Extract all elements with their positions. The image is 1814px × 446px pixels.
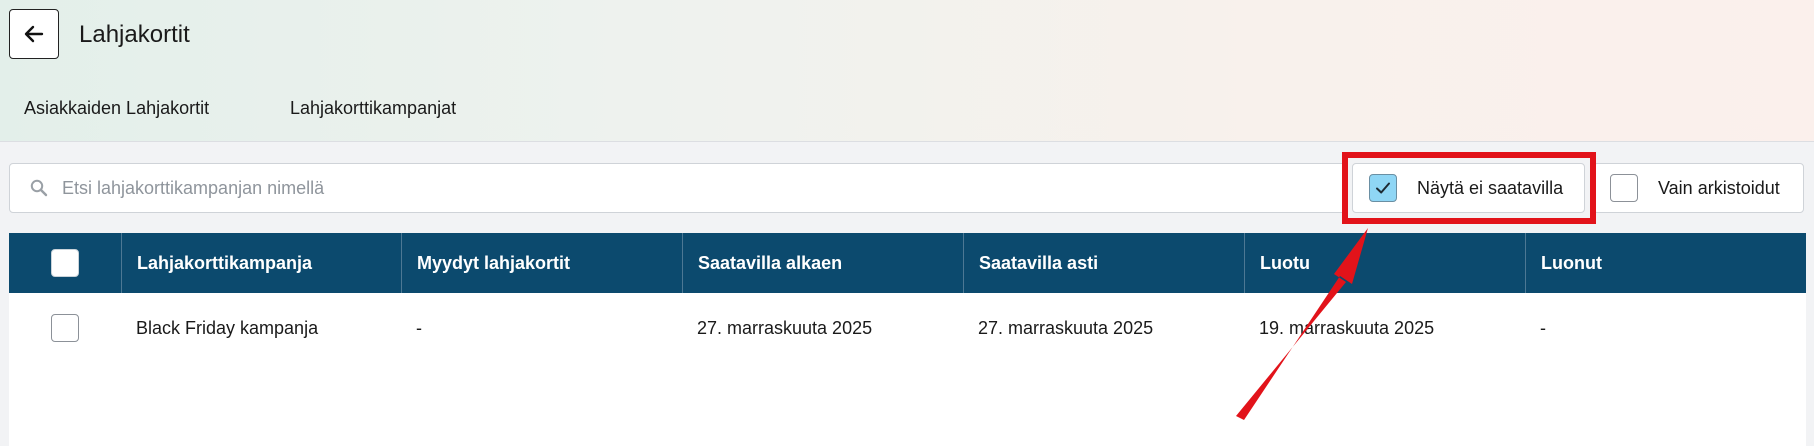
- search-icon: [30, 179, 48, 197]
- cell-creator: -: [1540, 317, 1546, 338]
- filter-only-archived[interactable]: Vain arkistoidut: [1593, 163, 1804, 213]
- tab-label: Asiakkaiden Lahjakortit: [24, 98, 210, 118]
- campaigns-table: Lahjakorttikampanja Myydyt lahjakortit S…: [9, 233, 1806, 446]
- show-unavailable-label: Näytä ei saatavilla: [1417, 177, 1564, 198]
- search-input[interactable]: [62, 177, 1322, 199]
- table-row[interactable]: Black Friday kampanja - 27. marraskuuta …: [9, 293, 1806, 363]
- select-all-checkbox[interactable]: [51, 249, 79, 277]
- cell-available-from: 27. marraskuuta 2025: [697, 317, 873, 338]
- table-header: Lahjakorttikampanja Myydyt lahjakortit S…: [9, 233, 1806, 293]
- cell-campaign-name[interactable]: Black Friday kampanja: [121, 293, 401, 363]
- column-header-creator[interactable]: Luonut: [1525, 233, 1806, 293]
- row-select-cell: [9, 293, 121, 363]
- column-header-created[interactable]: Luotu: [1244, 233, 1525, 293]
- column-header-campaign[interactable]: Lahjakorttikampanja: [121, 233, 401, 293]
- tab-asiakkaiden-lahjakortit[interactable]: Asiakkaiden Lahjakortit: [9, 93, 233, 142]
- cell-available-until: 27. marraskuuta 2025: [978, 317, 1154, 338]
- header-divider: [0, 141, 1814, 142]
- app-root: Lahjakortit Asiakkaiden Lahjakortit Lahj…: [0, 0, 1814, 446]
- checkmark-icon: [1376, 182, 1390, 194]
- show-unavailable-checkbox[interactable]: [1369, 174, 1397, 202]
- search-box[interactable]: [9, 163, 1346, 213]
- select-all-cell: [9, 233, 121, 293]
- tab-label: Lahjakorttikampanjat: [290, 98, 457, 118]
- page-title: Lahjakortit: [79, 21, 190, 48]
- row-checkbox[interactable]: [51, 314, 79, 342]
- filter-show-unavailable[interactable]: Näytä ei saatavilla: [1352, 163, 1585, 213]
- column-header-sold[interactable]: Myydyt lahjakortit: [401, 233, 682, 293]
- column-header-available-from[interactable]: Saatavilla alkaen: [682, 233, 963, 293]
- column-header-available-until[interactable]: Saatavilla asti: [963, 233, 1244, 293]
- cell-created: 19. marraskuuta 2025: [1259, 317, 1435, 338]
- only-archived-checkbox[interactable]: [1610, 174, 1638, 202]
- only-archived-label: Vain arkistoidut: [1658, 177, 1780, 198]
- back-button[interactable]: [9, 9, 59, 59]
- cell-sold: -: [416, 317, 422, 338]
- tab-lahjakorttikampanjat[interactable]: Lahjakorttikampanjat: [274, 93, 481, 142]
- arrow-left-icon: [24, 25, 44, 43]
- page-header: Lahjakortit Asiakkaiden Lahjakortit Lahj…: [0, 0, 1814, 142]
